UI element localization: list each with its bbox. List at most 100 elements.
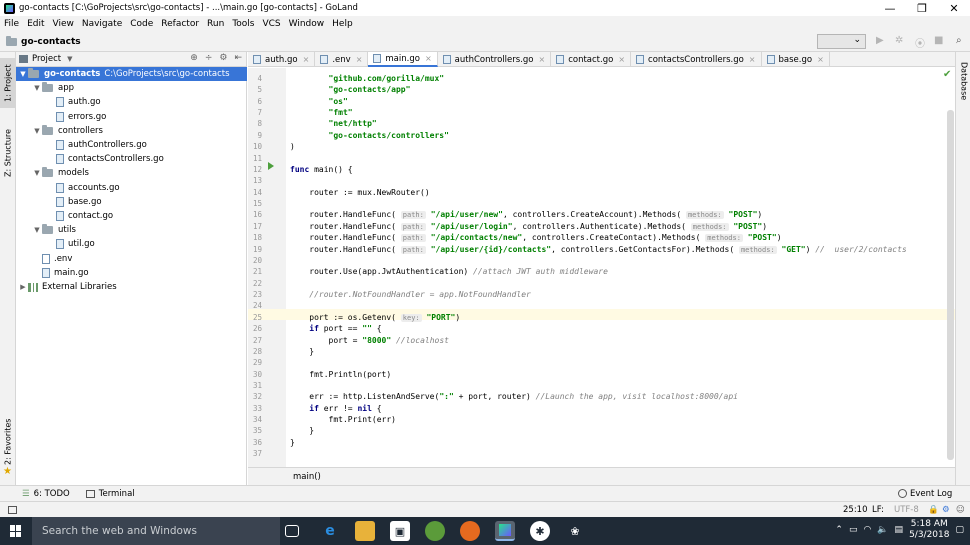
- code-line[interactable]: router.HandleFunc( path: "/api/contacts/…: [290, 232, 782, 243]
- battery-icon[interactable]: ▭: [849, 525, 858, 535]
- tree-item[interactable]: base.go: [16, 195, 247, 209]
- tree-item[interactable]: ▼ controllers: [16, 124, 247, 138]
- debug-icon[interactable]: ✲: [895, 35, 903, 46]
- favorites-tool-tab[interactable]: 2: Favorites: [0, 412, 16, 472]
- menu-item-file[interactable]: File: [4, 19, 19, 29]
- code-line[interactable]: if port == "" {: [290, 323, 381, 334]
- code-line[interactable]: "fmt": [290, 107, 353, 118]
- editor-tab[interactable]: main.go ×: [368, 52, 438, 67]
- code-line[interactable]: router.Use(app.JwtAuthentication) //atta…: [290, 266, 608, 277]
- editor-tab[interactable]: contact.go ×: [551, 52, 632, 67]
- menu-item-vcs[interactable]: VCS: [262, 19, 280, 29]
- code-line[interactable]: "go-contacts/controllers": [290, 130, 449, 141]
- editor-tab[interactable]: base.go ×: [762, 52, 830, 67]
- code-line[interactable]: port := os.Getenv( key: "PORT"): [290, 312, 460, 323]
- tree-item[interactable]: .env: [16, 252, 247, 266]
- close-tab-icon[interactable]: ×: [303, 55, 310, 64]
- code-line[interactable]: ): [290, 141, 295, 152]
- code-line[interactable]: "net/http": [290, 118, 377, 129]
- chevron-down-icon[interactable]: ▼: [32, 226, 42, 234]
- code-line[interactable]: }: [290, 425, 314, 436]
- editor-tab[interactable]: authControllers.go ×: [438, 52, 552, 67]
- search-icon[interactable]: ⌕: [956, 35, 962, 46]
- coverage-icon[interactable]: ⦿: [915, 35, 925, 50]
- todo-tool-button[interactable]: ☰ 6: TODO: [22, 489, 70, 499]
- chevron-down-icon[interactable]: ▼: [32, 84, 42, 92]
- menu-item-edit[interactable]: Edit: [27, 19, 44, 29]
- scroll-from-source-icon[interactable]: ⊕: [190, 53, 198, 63]
- menu-item-tools[interactable]: Tools: [232, 19, 254, 29]
- project-panel-title[interactable]: Project: [32, 54, 61, 64]
- store-icon[interactable]: ▣: [390, 521, 410, 541]
- lock-icon[interactable]: 🔒: [928, 505, 939, 515]
- project-tool-tab[interactable]: 1: Project: [0, 58, 16, 108]
- collapse-all-icon[interactable]: ÷: [205, 53, 213, 63]
- code-line[interactable]: func main() {: [290, 164, 353, 175]
- code-line[interactable]: err := http.ListenAndServe(":" + port, r…: [290, 391, 738, 402]
- edge-icon[interactable]: e: [320, 521, 340, 541]
- tree-item[interactable]: ▶ External Libraries: [16, 280, 247, 294]
- taskbar-search[interactable]: Search the web and Windows: [32, 517, 280, 545]
- run-gutter-icon[interactable]: [268, 162, 274, 170]
- code-line[interactable]: if err != nil {: [290, 403, 381, 414]
- chevron-right-icon[interactable]: ▶: [18, 283, 28, 291]
- editor-tab[interactable]: contactsControllers.go ×: [631, 52, 762, 67]
- chevron-down-icon[interactable]: ▼: [32, 169, 42, 177]
- close-tab-icon[interactable]: ×: [817, 55, 824, 64]
- code-line[interactable]: "os": [290, 96, 348, 107]
- tree-item[interactable]: authControllers.go: [16, 138, 247, 152]
- hide-panel-icon[interactable]: ⇤: [234, 53, 242, 63]
- code-line[interactable]: router := mux.NewRouter(): [290, 187, 429, 198]
- code-line[interactable]: fmt.Print(err): [290, 414, 396, 425]
- maximize-button[interactable]: ❐: [906, 0, 938, 16]
- editor-tab[interactable]: auth.go ×: [248, 52, 316, 67]
- close-tab-icon[interactable]: ×: [539, 55, 546, 64]
- firefox-icon[interactable]: [460, 521, 480, 541]
- code-line[interactable]: }: [290, 346, 314, 357]
- close-tab-icon[interactable]: ×: [425, 54, 432, 63]
- volume-icon[interactable]: 🔈: [877, 525, 888, 535]
- gear-icon[interactable]: ⚙: [942, 505, 950, 515]
- structure-tool-tab[interactable]: Z: Structure: [0, 118, 16, 188]
- line-separator[interactable]: LF:: [872, 505, 884, 515]
- menu-item-view[interactable]: View: [53, 19, 74, 29]
- inspector-icon[interactable]: ☺: [956, 505, 965, 515]
- code-line[interactable]: router.HandleFunc( path: "/api/user/logi…: [290, 221, 767, 232]
- stop-icon[interactable]: ■: [934, 35, 943, 46]
- minimize-button[interactable]: —: [874, 0, 906, 16]
- menu-item-help[interactable]: Help: [332, 19, 353, 29]
- menu-item-run[interactable]: Run: [207, 19, 224, 29]
- app-icon[interactable]: [425, 521, 445, 541]
- tree-item[interactable]: ▼ models: [16, 166, 247, 180]
- close-button[interactable]: ✕: [938, 0, 970, 16]
- code-line[interactable]: "go-contacts/app": [290, 84, 411, 95]
- caret-position[interactable]: 25:10: [843, 505, 868, 515]
- event-log-button[interactable]: Event Log: [898, 489, 952, 499]
- menu-item-code[interactable]: Code: [130, 19, 153, 29]
- tree-item[interactable]: main.go: [16, 266, 247, 280]
- function-breadcrumb[interactable]: main(): [293, 472, 321, 482]
- notifications-icon[interactable]: ▢: [955, 525, 964, 535]
- tree-item[interactable]: errors.go: [16, 110, 247, 124]
- breadcrumb[interactable]: go-contacts: [6, 35, 81, 47]
- terminal-tool-button[interactable]: Terminal: [85, 489, 135, 499]
- wifi-icon[interactable]: ◠: [863, 525, 871, 535]
- messenger-icon[interactable]: ✱: [530, 521, 550, 541]
- goland-taskbar-icon[interactable]: [495, 521, 515, 541]
- app-icon-2[interactable]: ❀: [565, 521, 585, 541]
- menu-item-window[interactable]: Window: [289, 19, 325, 29]
- close-tab-icon[interactable]: ×: [618, 55, 625, 64]
- gear-icon[interactable]: ⚙: [219, 53, 227, 63]
- tree-item[interactable]: accounts.go: [16, 181, 247, 195]
- close-tab-icon[interactable]: ×: [749, 55, 756, 64]
- chevron-down-icon[interactable]: ▼: [67, 55, 72, 63]
- tree-item[interactable]: contactsControllers.go: [16, 152, 247, 166]
- clock[interactable]: 5:18 AM 5/3/2018: [909, 519, 949, 541]
- code-line[interactable]: fmt.Println(port): [290, 369, 391, 380]
- tree-item[interactable]: contact.go: [16, 209, 247, 223]
- code-line[interactable]: "github.com/gorilla/mux": [290, 73, 445, 84]
- chevron-down-icon[interactable]: ▼: [18, 70, 28, 78]
- task-view-icon[interactable]: [285, 525, 299, 537]
- windows-start-icon[interactable]: [10, 525, 22, 537]
- tree-item[interactable]: util.go: [16, 237, 247, 251]
